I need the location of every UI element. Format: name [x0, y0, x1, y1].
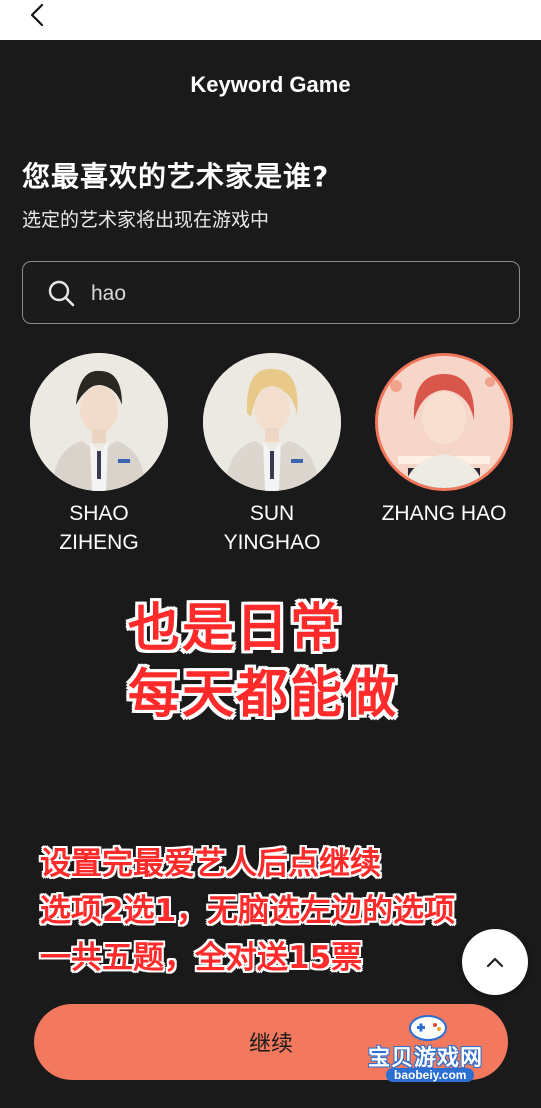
search-icon: [48, 280, 75, 307]
artist-card-sun-yinghao[interactable]: SUN YINGHAO: [202, 353, 342, 557]
avatar[interactable]: [203, 353, 341, 491]
overlay-caption-line1: 也是日常: [128, 599, 345, 659]
question-subtitle: 选定的艺术家将出现在游戏中: [22, 209, 270, 231]
tip-line1: 设置完最爱艺人后点继续: [40, 846, 381, 882]
tip-line3: 一共五题，全对送15票: [40, 940, 363, 976]
tip-line2: 选项2选1，无脑选左边的选项: [40, 893, 456, 929]
question-heading: 您最喜欢的艺术家是谁?: [22, 160, 330, 193]
avatar[interactable]: [30, 353, 168, 491]
artist-name: SUN YINGHAO: [223, 502, 321, 554]
watermark: 宝贝游戏网 baobeiy.com: [356, 1010, 506, 1090]
top-navigation-bar: [0, 0, 541, 40]
avatar-selected[interactable]: [375, 353, 513, 491]
page-title: Keyword Game: [190, 72, 351, 97]
artist-card-shao-ziheng[interactable]: SHAO ZIHENG: [29, 353, 169, 557]
artist-card-zhang-hao[interactable]: ZHANG HAO: [374, 353, 514, 528]
artist-name: ZHANG HAO: [381, 502, 507, 525]
overlay-caption-line2: 每天都能做: [128, 665, 399, 725]
scroll-to-top-button[interactable]: [462, 929, 528, 995]
gamepad-icon: [409, 1015, 447, 1041]
watermark-url: baobeiy.com: [386, 1068, 475, 1082]
search-box[interactable]: [22, 261, 520, 324]
artist-name: SHAO ZIHENG: [59, 502, 139, 554]
back-arrow-icon[interactable]: [22, 2, 56, 32]
search-input[interactable]: [89, 275, 493, 313]
chevron-up-icon: [486, 957, 504, 968]
